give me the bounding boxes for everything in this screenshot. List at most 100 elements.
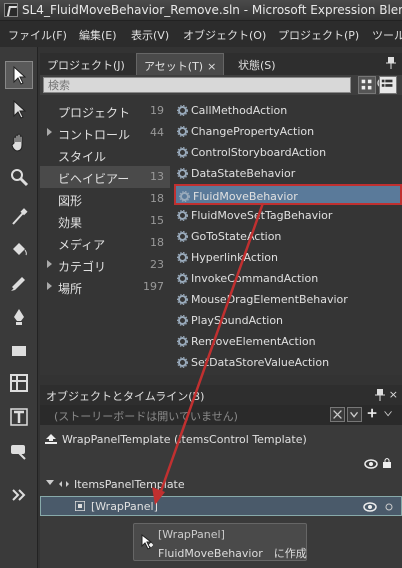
behavior-gear-icon [177,357,188,368]
close-icon[interactable]: × [389,388,398,401]
behavior-gear-icon [177,294,188,305]
pin-icon[interactable] [386,57,396,69]
category-item[interactable]: ビヘイビアー 13 [40,166,170,188]
behavior-item[interactable]: HyperlinkAction [174,247,402,268]
chevron-right-icon[interactable] [47,282,52,290]
grid-tool-icon[interactable] [5,369,33,397]
search-input[interactable] [43,77,351,93]
storyboard-close-icon[interactable] [330,407,345,422]
category-label: 図形 [58,194,83,208]
eye-icon[interactable] [363,502,377,512]
list-view-icon[interactable] [379,76,397,94]
category-count: 23 [150,258,164,271]
asset-tool-icon[interactable] [5,437,33,465]
tab-assets[interactable]: アセット(T) × [136,53,225,75]
storyboard-menu-icon[interactable] [382,407,397,422]
asset-panel-tabs: プロジェクト(J) アセット(T) × 状態(S) [40,53,402,75]
category-item[interactable]: スタイル [40,144,170,166]
behavior-item[interactable]: InvokeCommandAction [174,268,402,289]
lock-toggle-icon[interactable] [385,503,393,511]
behavior-label: RemoveElementAction [191,335,316,348]
category-item[interactable]: メディア 18 [40,232,170,254]
lock-icon[interactable] [382,457,392,469]
behavior-item[interactable]: GoToStateAction [174,226,402,247]
behavior-label: PlaySoundAction [191,314,284,327]
search-row [40,75,402,95]
chevron-down-icon[interactable] [46,480,54,485]
behavior-item[interactable]: RemoveElementAction [174,331,402,352]
category-item[interactable]: 場所 197 [40,276,170,298]
behavior-item[interactable]: ControlStoryboardAction [174,142,402,163]
panel-icon [75,501,85,511]
behavior-gear-icon [177,315,188,326]
selection-tool-icon[interactable] [5,61,33,89]
items-panel-label: ItemsPanelTemplate [74,478,185,491]
behavior-item[interactable]: PlaySoundAction [174,310,402,331]
category-label: ビヘイビアー [58,172,130,186]
behavior-gear-icon [177,252,188,263]
storyboard-row: (ストーリーボードは開いていません) [40,405,402,425]
category-item[interactable]: カテゴリ 23 [40,254,170,276]
category-list: プロジェクト 19 コントロール 44 スタイルビヘイビアー 13 図形 18 効果 15 メディア… [40,95,172,375]
chevron-right-icon[interactable] [47,260,52,268]
tab-states[interactable]: 状態(S) [231,53,283,75]
up-arrow-icon[interactable] [44,433,58,445]
items-panel-row[interactable]: ItemsPanelTemplate [40,476,402,494]
category-label: スタイル [58,150,107,164]
storyboard-dropdown-icon[interactable] [347,407,362,422]
behavior-gear-icon [177,105,188,116]
pen-tool-icon[interactable] [5,303,33,331]
expand-tools-icon[interactable] [5,481,33,509]
behavior-item[interactable]: ChangePropertyAction [174,121,402,142]
category-item[interactable]: コントロール 44 [40,122,170,144]
eyedropper-tool-icon[interactable] [5,203,33,231]
behavior-item[interactable]: DataStateBehavior [174,163,402,184]
category-item[interactable]: 効果 15 [40,210,170,232]
template-scope-row[interactable]: WrapPanelTemplate (ItemsControl Template… [40,431,402,449]
menu-view[interactable]: 表示(V) [131,27,169,43]
menu-object[interactable]: オブジェクト(O) [183,27,266,43]
wrap-panel-row[interactable]: [WrapPanel] [40,496,402,516]
behavior-label: GoToStateAction [191,230,282,243]
brush-tool-icon[interactable] [5,269,33,297]
menu-project[interactable]: プロジェクト(P) [278,27,359,43]
behavior-item[interactable]: CallMethodAction [174,100,402,121]
pin-icon[interactable] [375,389,385,401]
tab-project[interactable]: プロジェクト(J) [40,53,132,75]
behavior-list: CallMethodAction ChangePropertyAction Cont… [174,95,402,375]
category-count: 19 [150,104,164,117]
behavior-item[interactable]: SetDataStoreValueAction [174,352,402,373]
behavior-gear-icon [179,191,190,202]
category-label: プロジェクト [58,106,131,120]
grid-view-icon[interactable] [358,76,376,94]
storyboard-status: (ストーリーボードは開いていません) [54,410,238,423]
behavior-item[interactable]: FluidMoveBehavior [174,184,402,205]
window-title: SL4_FluidMoveBehavior_Remove.sln - Micro… [22,3,402,17]
behavior-item[interactable]: MouseDragElementBehavior [174,289,402,310]
textblock-tool-icon[interactable] [5,403,33,431]
tab-close-icon[interactable]: × [207,60,216,73]
category-count: 15 [150,214,164,227]
behavior-item[interactable]: FluidMoveSetTagBehavior [174,205,402,226]
category-count: 44 [150,126,164,139]
drag-cursor-icon [141,534,153,550]
menu-tools[interactable]: ツール [372,27,402,43]
paint-bucket-tool-icon[interactable] [5,235,33,263]
drag-tooltip: [WrapPanel] FluidMoveBehavior に作成 [133,523,307,561]
menu-file[interactable]: ファイル(F) [8,27,67,43]
behavior-gear-icon [177,210,188,221]
category-item[interactable]: 図形 18 [40,188,170,210]
zoom-tool-icon[interactable] [5,163,33,191]
behavior-gear-icon [177,231,188,242]
rectangle-tool-icon[interactable] [5,337,33,365]
category-item[interactable]: プロジェクト 19 [40,100,170,122]
behavior-label: CallMethodAction [191,104,288,117]
add-storyboard-icon[interactable] [366,407,381,422]
app-icon [4,3,18,17]
behavior-gear-icon [177,336,188,347]
eye-icon[interactable] [364,459,378,469]
pan-tool-icon[interactable] [5,129,33,157]
chevron-right-icon[interactable] [47,128,52,136]
menu-edit[interactable]: 編集(E) [79,27,117,43]
direct-selection-tool-icon[interactable] [5,95,33,123]
